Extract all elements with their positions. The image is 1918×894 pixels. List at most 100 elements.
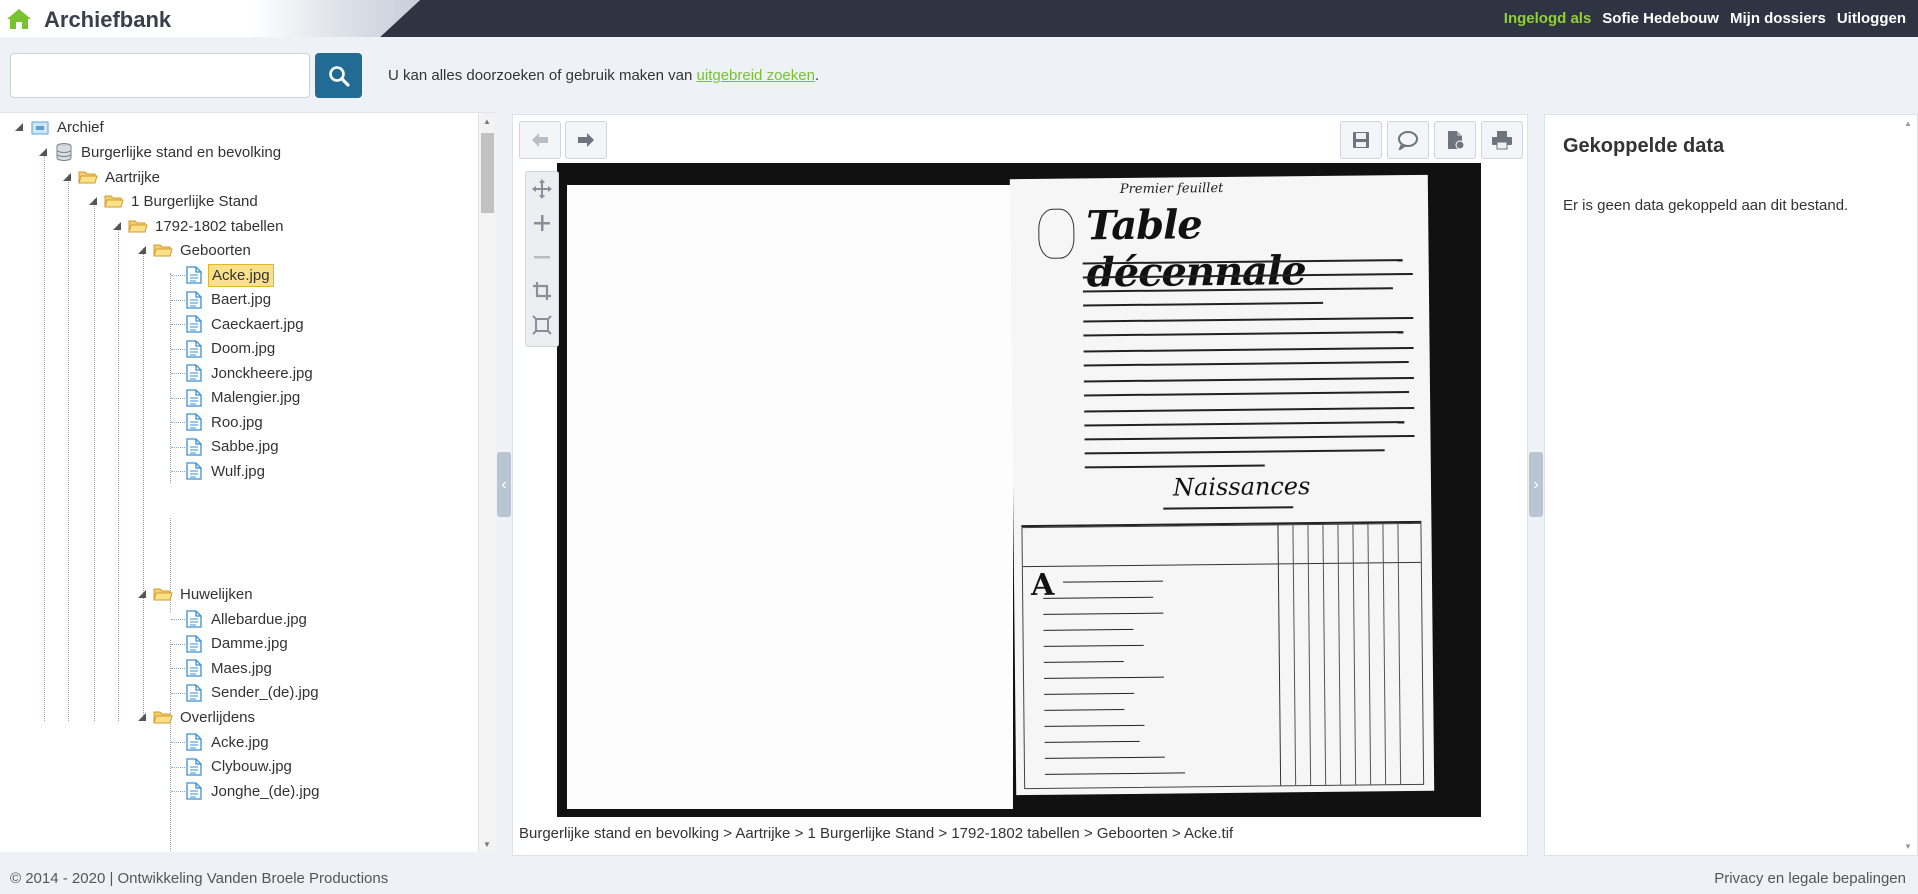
search-button[interactable] xyxy=(315,53,362,98)
my-files-link[interactable]: Mijn dossiers xyxy=(1730,10,1826,27)
zoom-out-button[interactable] xyxy=(526,240,558,274)
tree-file-item[interactable]: Doom.jpg xyxy=(162,336,278,362)
tree-label[interactable]: Aartrijke xyxy=(102,167,163,188)
folder-open-icon xyxy=(153,585,173,603)
tree-label[interactable]: Roo.jpg xyxy=(208,412,266,433)
tree-label[interactable]: 1 Burgerlijke Stand xyxy=(128,191,261,212)
scroll-down-icon[interactable]: ▼ xyxy=(1904,842,1912,851)
tree-guide xyxy=(118,224,119,721)
collapse-triangle-icon[interactable] xyxy=(14,122,24,132)
scanned-document-image[interactable]: Premier feuillet Table décennale Naissan… xyxy=(557,163,1481,817)
tree-file-item[interactable]: Maes.jpg xyxy=(162,655,275,681)
tree-node-1792-1802-tabellen[interactable]: 1792-1802 tabellen xyxy=(112,213,286,239)
save-icon xyxy=(1353,132,1369,148)
tree-node-huwelijken[interactable]: Huwelijken xyxy=(137,581,256,607)
collapse-triangle-icon[interactable] xyxy=(62,172,72,182)
linked-scrollbar[interactable]: ▲ ▼ xyxy=(1900,115,1917,855)
collapse-triangle-icon[interactable] xyxy=(88,196,98,206)
user-name[interactable]: Sofie Hedebouw xyxy=(1602,10,1719,27)
tree-file-item[interactable]: Acke.jpg xyxy=(162,262,274,288)
scroll-up-icon[interactable]: ▲ xyxy=(483,117,491,126)
tree-label[interactable]: Huwelijken xyxy=(177,584,256,605)
tree-label[interactable]: Allebardue.jpg xyxy=(208,609,310,630)
collapse-triangle-icon[interactable] xyxy=(137,712,147,722)
collapse-right-panel-button[interactable]: › xyxy=(1529,452,1543,517)
previous-button[interactable] xyxy=(519,121,561,159)
add-to-dossier-button[interactable] xyxy=(1434,121,1476,159)
collapse-left-panel-button[interactable]: ‹ xyxy=(497,452,511,517)
tree-label[interactable]: Jonghe_(de).jpg xyxy=(208,781,322,802)
tree-label[interactable]: Sabbe.jpg xyxy=(208,436,282,457)
pan-button[interactable] xyxy=(526,172,558,206)
tree-file-item[interactable]: Sender_(de).jpg xyxy=(162,680,322,706)
tree-file-item[interactable]: Baert.jpg xyxy=(162,287,274,313)
tree-file-item[interactable]: Malengier.jpg xyxy=(162,385,303,411)
collapse-triangle-icon[interactable] xyxy=(38,147,48,157)
tree-file-item[interactable]: Clybouw.jpg xyxy=(162,754,295,780)
search-hint: U kan alles doorzoeken of gebruik maken … xyxy=(388,67,819,84)
tree-label[interactable]: Burgerlijke stand en bevolking xyxy=(78,142,284,163)
tree-label[interactable]: Clybouw.jpg xyxy=(208,756,295,777)
tree-file-item[interactable]: Jonghe_(de).jpg xyxy=(162,778,322,804)
tree-label[interactable]: Damme.jpg xyxy=(208,633,291,654)
tree-label[interactable]: Geboorten xyxy=(177,240,254,261)
tree-label[interactable]: Overlijdens xyxy=(177,707,258,728)
tree-guide xyxy=(143,248,144,721)
collapse-triangle-icon[interactable] xyxy=(137,245,147,255)
privacy-link[interactable]: Privacy en legale bepalingen xyxy=(1714,870,1906,887)
tree-node-archief[interactable]: Archief xyxy=(14,114,107,140)
tree-node-geboorten[interactable]: Geboorten xyxy=(137,237,254,263)
tree-file-item[interactable]: Acke.jpg xyxy=(162,729,272,755)
collapse-triangle-icon[interactable] xyxy=(137,589,147,599)
document-viewer: Premier feuillet Table décennale Naissan… xyxy=(512,114,1528,856)
company-link[interactable]: Vanden Broele Productions xyxy=(207,870,389,887)
next-button[interactable] xyxy=(565,121,607,159)
tree-node-1-burgerlijke-stand[interactable]: 1 Burgerlijke Stand xyxy=(88,188,261,214)
tree-node-overlijdens[interactable]: Overlijdens xyxy=(137,704,258,730)
tree-label[interactable]: Acke.jpg xyxy=(208,263,274,287)
tree-scrollbar[interactable]: ▲ ▼ xyxy=(478,113,495,852)
crop-button[interactable] xyxy=(526,274,558,308)
tree-label[interactable]: Jonckheere.jpg xyxy=(208,363,316,384)
tree-label[interactable]: Malengier.jpg xyxy=(208,387,303,408)
tree-label[interactable]: Doom.jpg xyxy=(208,338,278,359)
tree-node-aartrijke[interactable]: Aartrijke xyxy=(62,164,163,190)
search-input[interactable] xyxy=(10,53,310,98)
print-button[interactable] xyxy=(1481,121,1523,159)
folder-open-icon xyxy=(78,168,98,186)
tree-file-item[interactable]: Caeckaert.jpg xyxy=(162,311,307,337)
tree-guide xyxy=(44,151,45,721)
tree-node-burgerlijke-stand-en-bevolking[interactable]: Burgerlijke stand en bevolking xyxy=(38,139,284,165)
zoom-in-button[interactable] xyxy=(526,206,558,240)
file-icon xyxy=(184,437,204,456)
top-navigation-bar: Archiefbank Ingelogd als Sofie Hedebouw … xyxy=(0,0,1918,37)
app-title[interactable]: Archiefbank xyxy=(44,7,171,33)
home-icon[interactable] xyxy=(6,7,32,31)
crop-icon xyxy=(533,282,551,300)
arrow-left-icon xyxy=(532,133,548,147)
tree-label[interactable]: 1792-1802 tabellen xyxy=(152,216,286,237)
database-icon xyxy=(54,143,74,161)
advanced-search-link[interactable]: uitgebreid zoeken xyxy=(697,67,815,84)
logout-link[interactable]: Uitloggen xyxy=(1837,10,1906,27)
tree-label[interactable]: Wulf.jpg xyxy=(208,461,268,482)
tree-file-item[interactable]: Sabbe.jpg xyxy=(162,434,282,460)
tree-file-item[interactable]: Damme.jpg xyxy=(162,631,291,657)
tree-file-item[interactable]: Wulf.jpg xyxy=(162,458,268,484)
tree-file-item[interactable]: Roo.jpg xyxy=(162,409,266,435)
scroll-up-icon[interactable]: ▲ xyxy=(1904,119,1912,128)
tree-label[interactable]: Sender_(de).jpg xyxy=(208,682,322,703)
scroll-down-icon[interactable]: ▼ xyxy=(483,840,491,849)
scrollbar-thumb[interactable] xyxy=(481,133,494,213)
tree-label[interactable]: Baert.jpg xyxy=(208,289,274,310)
tree-label[interactable]: Acke.jpg xyxy=(208,732,272,753)
tree-label[interactable]: Maes.jpg xyxy=(208,658,275,679)
tree-label[interactable]: Archief xyxy=(54,117,107,138)
save-button[interactable] xyxy=(1340,121,1382,159)
tree-file-item[interactable]: Allebardue.jpg xyxy=(162,606,310,632)
collapse-triangle-icon[interactable] xyxy=(112,221,122,231)
tree-file-item[interactable]: Jonckheere.jpg xyxy=(162,360,316,386)
comment-button[interactable] xyxy=(1387,121,1429,159)
fit-to-screen-button[interactable] xyxy=(526,308,558,342)
tree-label[interactable]: Caeckaert.jpg xyxy=(208,314,307,335)
